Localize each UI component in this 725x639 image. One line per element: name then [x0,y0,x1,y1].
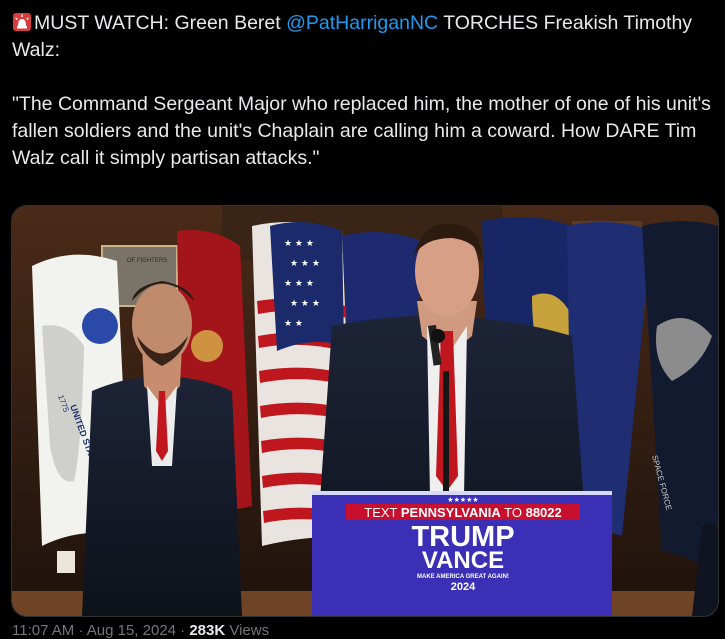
podium-text-number: TEXT PENNSYLVANIA TO 88022 [364,505,562,520]
podium-stars: ★★★★★ [447,496,478,504]
siren-icon [12,12,32,32]
podium-year: 2024 [451,581,476,593]
tweet-text: MUST WATCH: Green Beret @PatHarriganNC T… [12,10,717,172]
plaque-text: OF FIGHTERS [127,258,167,264]
tweet-quote: "The Command Sergeant Major who replaced… [12,93,717,169]
svg-text:★ ★ ★: ★ ★ ★ [290,259,320,269]
podium-vance: VANCE [422,547,504,574]
podium: ★★★★★ TEXT PENNSYLVANIA TO 88022 TRUMP V… [312,491,612,616]
mention-link[interactable]: @PatHarriganNC [286,12,438,34]
tweet-prefix: MUST WATCH: Green Beret [34,12,287,34]
podium-slogan: MAKE AMERICA GREAT AGAIN! [417,574,509,580]
video-player[interactable]: OF FIGHTERS UNITED STATES ARMY 1775 ★ ★ … [11,205,719,617]
svg-text:★ ★ ★: ★ ★ ★ [290,299,320,309]
video-frame: OF FIGHTERS UNITED STATES ARMY 1775 ★ ★ … [12,206,718,616]
svg-text:★ ★: ★ ★ [284,319,303,329]
svg-text:★ ★ ★: ★ ★ ★ [284,279,314,289]
svg-text:★ ★ ★: ★ ★ ★ [284,239,314,249]
